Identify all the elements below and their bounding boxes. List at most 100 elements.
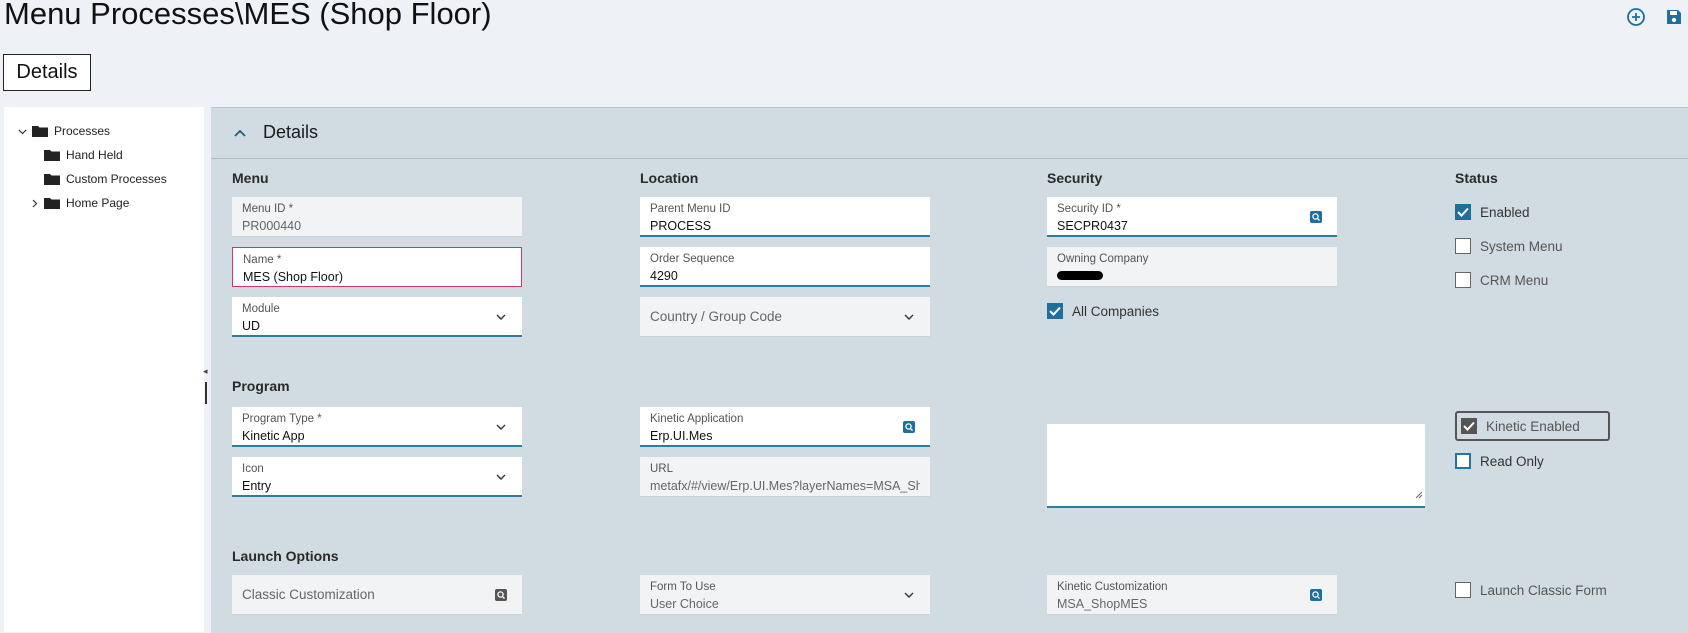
all-companies-checkbox[interactable]: All Companies [1047, 303, 1159, 319]
chevron-down-icon[interactable] [902, 310, 916, 324]
field-value: metafx/#/view/Erp.UI.Mes?layerNames=MSA_… [650, 479, 920, 493]
panel-header[interactable]: Details [211, 108, 1688, 159]
chevron-down-icon[interactable] [16, 125, 28, 137]
menu-id-field[interactable]: Menu ID * PR000440 [232, 197, 522, 237]
section-menu: Menu [232, 170, 269, 186]
checkbox-label: Kinetic Enabled [1486, 418, 1580, 434]
form-to-use-dropdown[interactable]: Form To Use User Choice [640, 575, 930, 615]
section-status: Status [1455, 170, 1498, 186]
save-icon[interactable] [1664, 7, 1684, 27]
read-only-checkbox[interactable]: Read Only [1455, 453, 1544, 469]
checkbox-label: CRM Menu [1480, 272, 1549, 288]
field-value: UD [242, 319, 261, 333]
classic-customization-field[interactable]: Classic Customization [232, 575, 522, 615]
field-value: MES (Shop Floor) [243, 270, 344, 284]
field-value: 4290 [650, 269, 678, 283]
details-panel: Details Menu Location Security Status Pr… [211, 107, 1688, 633]
section-security: Security [1047, 170, 1103, 186]
field-label: Security ID * [1057, 203, 1121, 215]
field-value: SECPR0437 [1057, 219, 1128, 233]
checkbox-label: Read Only [1480, 453, 1544, 469]
checkbox-checked-icon[interactable] [1047, 303, 1063, 319]
country-group-code-dropdown[interactable]: Country / Group Code [640, 297, 930, 337]
kinetic-application-field[interactable]: Kinetic Application Erp.UI.Mes [640, 407, 930, 447]
checkbox-unchecked-icon[interactable] [1455, 582, 1471, 598]
order-sequence-field[interactable]: Order Sequence 4290 [640, 247, 930, 287]
program-type-dropdown[interactable]: Program Type * Kinetic App [232, 407, 522, 447]
field-label: Name * [243, 254, 282, 266]
circle-plus-icon[interactable] [1626, 7, 1646, 27]
search-icon[interactable] [1309, 210, 1323, 224]
field-label: Icon [242, 463, 264, 475]
section-location: Location [640, 170, 699, 186]
search-icon[interactable] [494, 588, 508, 602]
field-value: User Choice [650, 597, 719, 611]
kinetic-customization-field[interactable]: Kinetic Customization MSA_ShopMES [1047, 575, 1337, 615]
tree-item-label: Hand Held [66, 148, 123, 162]
system-menu-checkbox[interactable]: System Menu [1455, 238, 1563, 254]
tab-details[interactable]: Details [3, 54, 91, 91]
tree-item-processes[interactable]: Processes [16, 124, 110, 138]
launch-classic-form-checkbox[interactable]: Launch Classic Form [1455, 582, 1607, 598]
tree-item-label: Custom Processes [66, 172, 167, 186]
splitter-handle[interactable] [205, 382, 207, 404]
search-icon[interactable] [1309, 588, 1323, 602]
field-placeholder: Country / Group Code [650, 309, 783, 324]
chevron-right-icon[interactable] [28, 197, 40, 209]
checkbox-unchecked-icon[interactable] [1455, 453, 1471, 469]
chevron-down-icon[interactable] [494, 420, 508, 434]
tree-item-label: Home Page [66, 196, 130, 210]
folder-icon [44, 173, 60, 185]
field-label: Kinetic Customization [1057, 581, 1168, 593]
module-dropdown[interactable]: Module UD [232, 297, 522, 337]
icon-dropdown[interactable]: Icon Entry [232, 457, 522, 497]
checkbox-checked-icon[interactable] [1461, 418, 1477, 434]
crm-menu-checkbox[interactable]: CRM Menu [1455, 272, 1548, 288]
field-value: MSA_ShopMES [1057, 597, 1148, 611]
folder-icon [44, 149, 60, 161]
checkbox-label: Launch Classic Form [1480, 582, 1607, 598]
chevron-up-icon[interactable] [233, 125, 247, 143]
field-label: Kinetic Application [650, 413, 744, 425]
owning-company-field[interactable]: Owning Company [1047, 247, 1337, 287]
url-field[interactable]: URL metafx/#/view/Erp.UI.Mes?layerNames=… [640, 457, 930, 497]
resize-grip-icon[interactable] [1415, 486, 1423, 504]
kinetic-enabled-checkbox[interactable]: Kinetic Enabled [1461, 418, 1580, 434]
tree-item-custom-processes[interactable]: Custom Processes [44, 172, 167, 186]
folder-icon [32, 125, 48, 137]
field-label: Module [242, 303, 280, 315]
section-program: Program [232, 378, 290, 394]
field-value: Erp.UI.Mes [650, 429, 713, 443]
checkbox-unchecked-icon[interactable] [1455, 272, 1471, 288]
field-label: Owning Company [1057, 253, 1149, 265]
page-title: Menu Processes\MES (Shop Floor) [4, 0, 492, 31]
checkbox-label: System Menu [1480, 238, 1563, 254]
enabled-checkbox[interactable]: Enabled [1455, 204, 1530, 220]
security-id-field[interactable]: Security ID * SECPR0437 [1047, 197, 1337, 237]
checkbox-label: All Companies [1072, 303, 1160, 319]
tree-item-hand-held[interactable]: Hand Held [44, 148, 123, 162]
parent-menu-id-field[interactable]: Parent Menu ID PROCESS [640, 197, 930, 237]
field-value: PR000440 [242, 219, 302, 233]
search-icon[interactable] [902, 420, 916, 434]
name-field[interactable]: Name * MES (Shop Floor) [232, 247, 522, 287]
field-value: PROCESS [650, 219, 712, 233]
field-placeholder: Classic Customization [242, 587, 375, 602]
sidebar-tree: Processes Hand Held Custom Processes Hom… [4, 107, 204, 632]
chevron-down-icon[interactable] [494, 310, 508, 324]
chevron-down-icon[interactable] [902, 588, 916, 602]
checkbox-unchecked-icon[interactable] [1455, 238, 1471, 254]
chevron-down-icon[interactable] [494, 470, 508, 484]
field-value: Entry [242, 479, 272, 493]
collapse-arrow-icon[interactable]: ◂ [203, 366, 208, 377]
field-label: Menu ID * [242, 203, 294, 215]
field-label: Order Sequence [650, 253, 735, 265]
tree-item-label: Processes [54, 124, 111, 138]
checkbox-label: Enabled [1480, 204, 1530, 220]
field-label: Parent Menu ID [650, 203, 731, 215]
description-textarea[interactable] [1047, 424, 1425, 508]
redacted-value [1057, 271, 1103, 280]
tree-item-home-page[interactable]: Home Page [28, 196, 129, 210]
checkbox-checked-icon[interactable] [1455, 204, 1471, 220]
panel-title: Details [263, 122, 319, 142]
